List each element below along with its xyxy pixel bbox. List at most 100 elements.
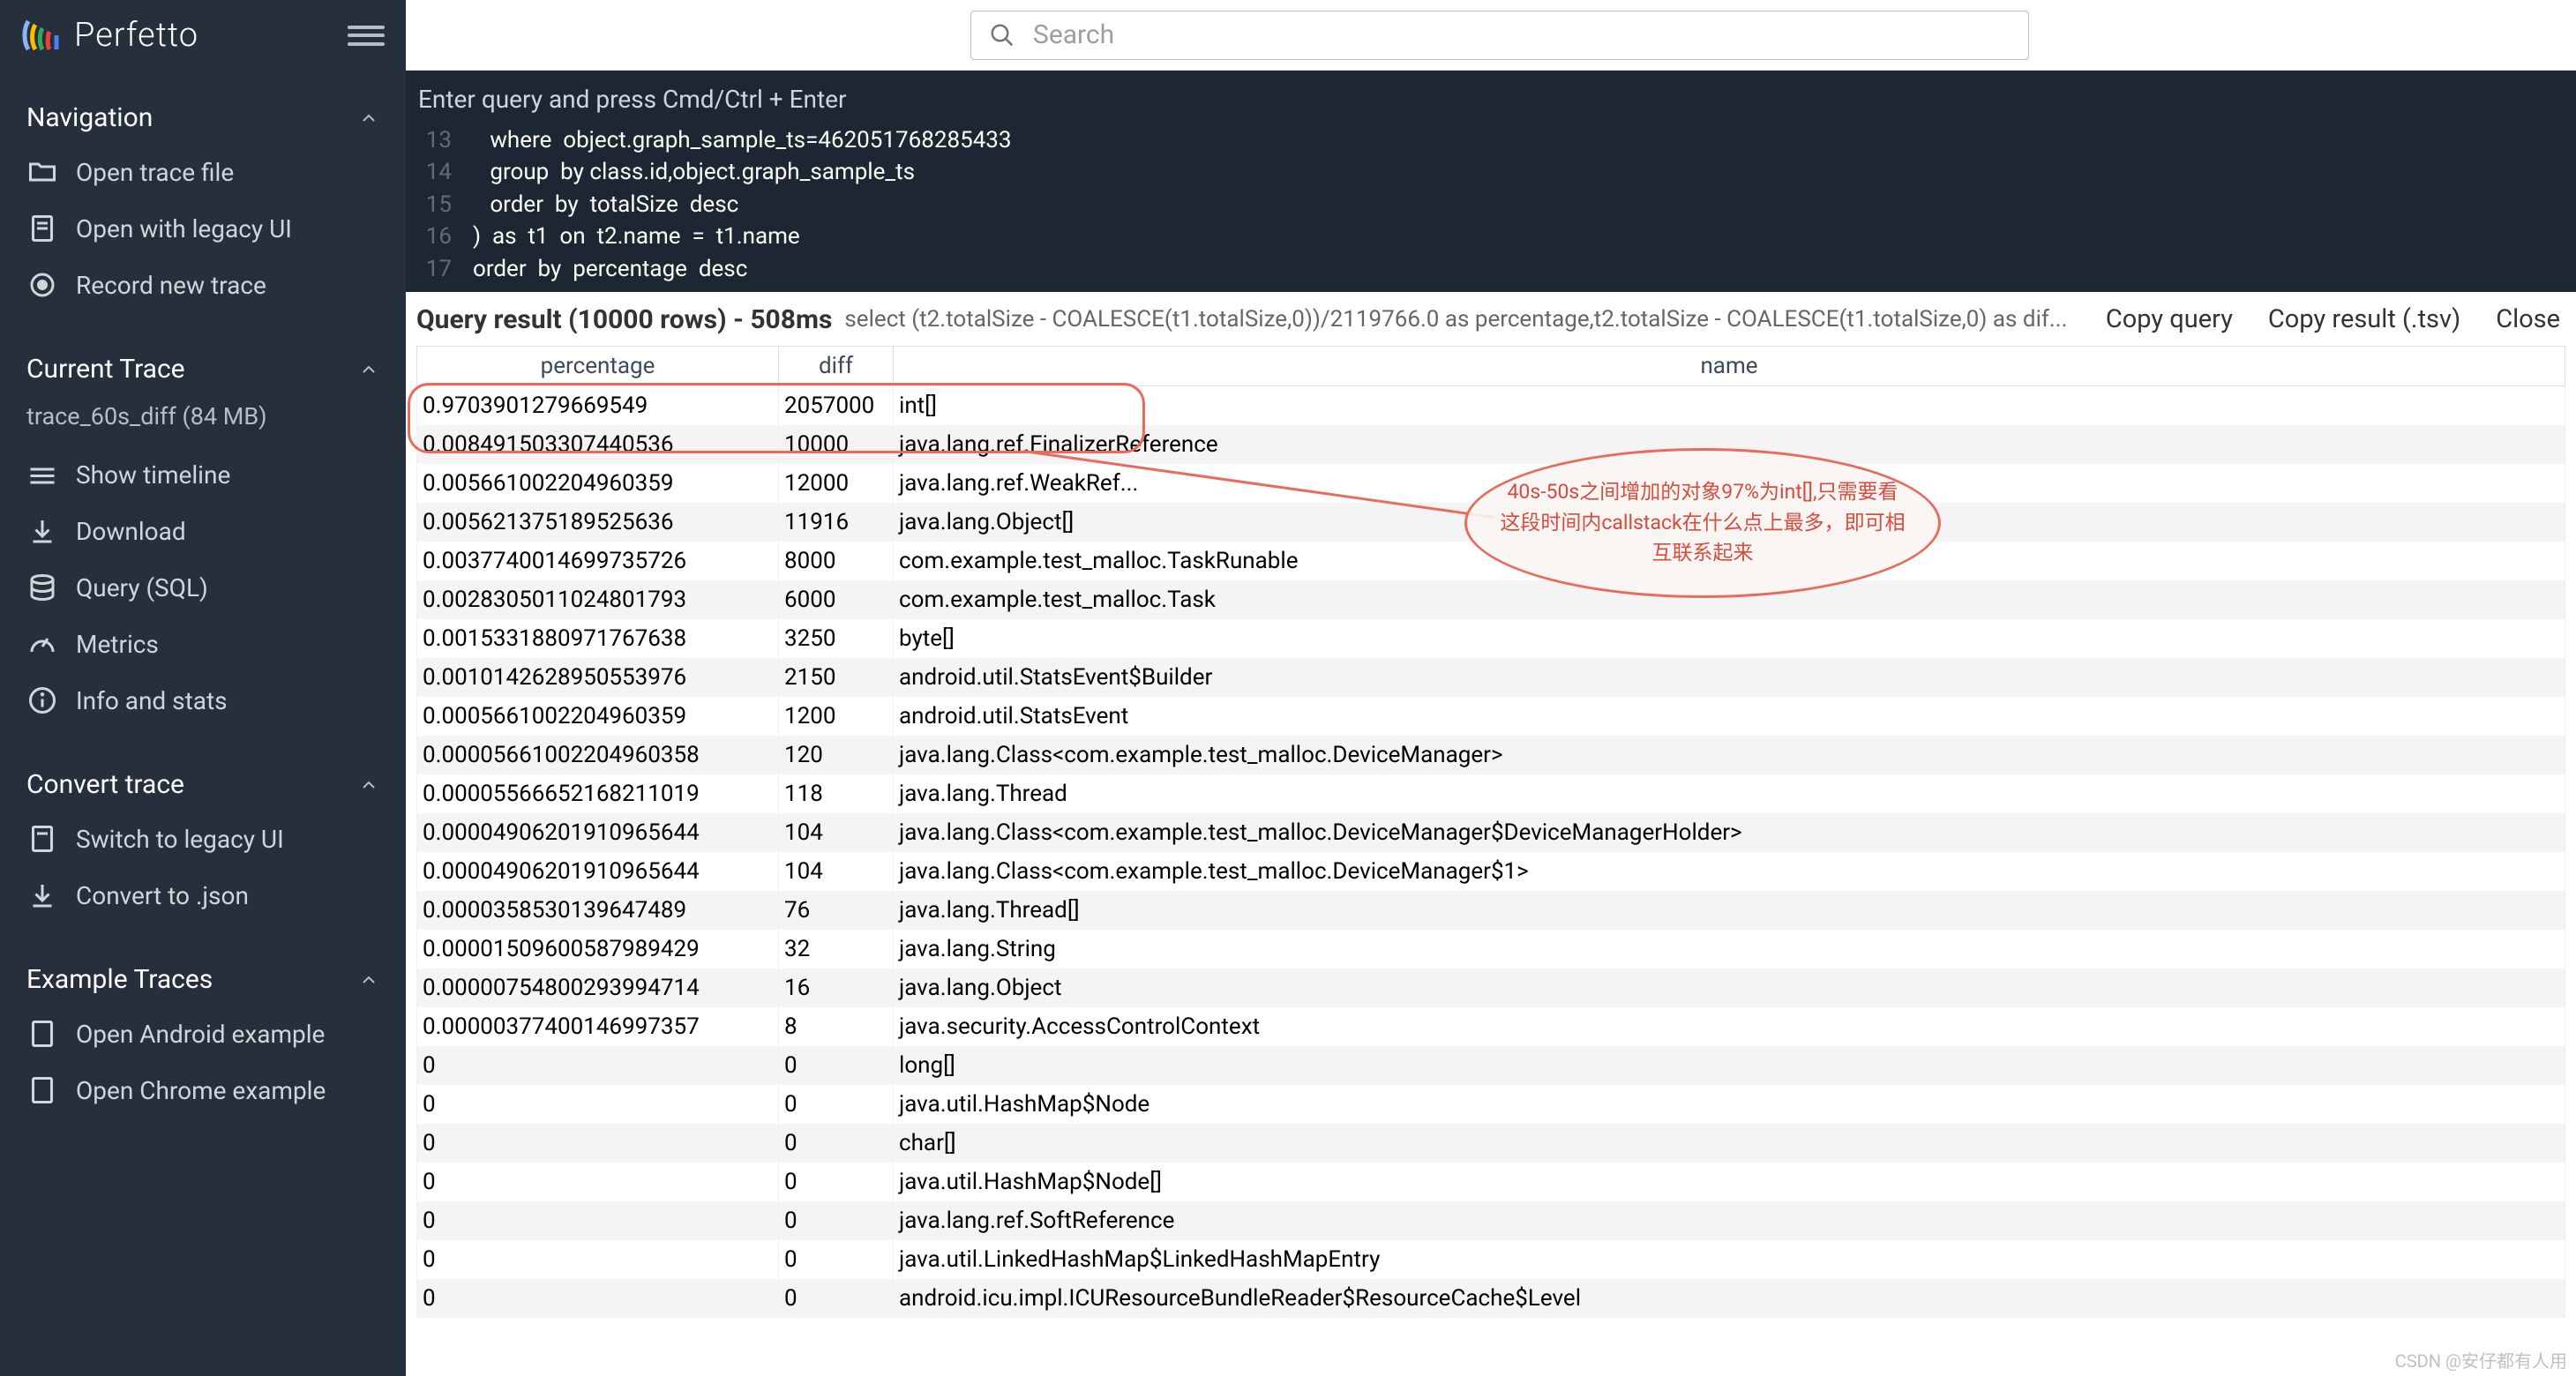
cell-percentage: 0.0028305011024801793 xyxy=(417,580,779,619)
nav-item-query-sql[interactable]: Query (SQL) xyxy=(0,559,406,616)
nav-item-chrome-example[interactable]: Open Chrome example xyxy=(0,1062,406,1118)
sidebar: Perfetto Navigation Open trace file Open… xyxy=(0,0,406,1376)
nav-item-android-example[interactable]: Open Android example xyxy=(0,1006,406,1062)
cell-name: java.lang.Thread[] xyxy=(894,891,2565,930)
col-name[interactable]: name xyxy=(894,346,2565,385)
cell-name: java.lang.Class<com.example.test_malloc.… xyxy=(894,813,2565,852)
nav-label: Open trace file xyxy=(76,158,234,187)
nav-item-legacy-ui[interactable]: Open with legacy UI xyxy=(0,200,406,257)
table-row[interactable]: 0.00056610022049603591200android.util.St… xyxy=(417,697,2565,736)
cell-diff: 0 xyxy=(779,1124,894,1163)
nav-section-navigation: Navigation Open trace file Open with leg… xyxy=(0,71,406,322)
cell-diff: 104 xyxy=(779,852,894,891)
query-code[interactable]: 13 where object.graph_sample_ts=46205176… xyxy=(416,124,2565,285)
cell-percentage: 0 xyxy=(417,1085,779,1124)
code-line: 13 where object.graph_sample_ts=46205176… xyxy=(416,124,2565,156)
database-icon xyxy=(26,572,58,603)
code-line: 14 group by class.id,object.graph_sample… xyxy=(416,156,2565,188)
result-title: Query result (10000 rows) - 508ms xyxy=(416,304,832,335)
cell-name: android.util.StatsEvent xyxy=(894,697,2565,736)
hamburger-icon[interactable] xyxy=(348,17,385,54)
table-row[interactable]: 0.00005661002204960358120java.lang.Class… xyxy=(417,736,2565,774)
table-row[interactable]: 0.00004906201910965644104java.lang.Class… xyxy=(417,852,2565,891)
cell-percentage: 0.00004906201910965644 xyxy=(417,813,779,852)
table-row[interactable]: 0.000035853013964748976java.lang.Thread[… xyxy=(417,891,2565,930)
table-row[interactable]: 00android.icu.impl.ICUResourceBundleRead… xyxy=(417,1279,2565,1318)
col-percentage[interactable]: percentage xyxy=(417,346,779,385)
nav-label: Open Android example xyxy=(76,1020,325,1049)
table-row[interactable]: 0.0000075480029399471416java.lang.Object xyxy=(417,968,2565,1007)
table-row[interactable]: 0.00283050110248017936000com.example.tes… xyxy=(417,580,2565,619)
doc-icon xyxy=(26,823,58,855)
nav-title-text: Example Traces xyxy=(26,964,213,995)
cell-percentage: 0 xyxy=(417,1240,779,1279)
table-row[interactable]: 00long[] xyxy=(417,1046,2565,1085)
download-icon xyxy=(26,515,58,547)
cell-diff: 0 xyxy=(779,1201,894,1240)
nav-section-current-trace: Current Trace trace_60s_diff (84 MB) Sho… xyxy=(0,322,406,737)
top-bar xyxy=(406,0,2576,71)
table-row[interactable]: 00java.lang.ref.SoftReference xyxy=(417,1201,2565,1240)
app-name: Perfetto xyxy=(74,16,198,55)
cell-percentage: 0.008491503307440536 xyxy=(417,425,779,464)
cell-percentage: 0 xyxy=(417,1163,779,1201)
query-editor[interactable]: Enter query and press Cmd/Ctrl + Enter 1… xyxy=(406,71,2576,292)
cell-diff: 2150 xyxy=(779,658,894,697)
nav-title-navigation[interactable]: Navigation xyxy=(0,92,406,144)
code-line: 17order by percentage desc xyxy=(416,253,2565,285)
table-row[interactable]: 0.0000150960058798942932java.lang.String xyxy=(417,930,2565,968)
close-result-button[interactable]: Close xyxy=(2496,304,2560,334)
doc-icon xyxy=(26,1018,58,1050)
search-input[interactable] xyxy=(1033,19,2011,50)
nav-item-download[interactable]: Download xyxy=(0,503,406,559)
cell-diff: 1200 xyxy=(779,697,894,736)
cell-name: java.lang.String xyxy=(894,930,2565,968)
logo[interactable]: Perfetto xyxy=(21,14,348,56)
table-row[interactable]: 00char[] xyxy=(417,1124,2565,1163)
nav-item-info[interactable]: Info and stats xyxy=(0,672,406,729)
table-row[interactable]: 0.000003774001469973578java.security.Acc… xyxy=(417,1007,2565,1046)
copy-query-button[interactable]: Copy query xyxy=(2106,304,2233,334)
result-actions: Copy query Copy result (.tsv) Close xyxy=(2106,304,2565,334)
cell-percentage: 0.0015331880971767638 xyxy=(417,619,779,658)
query-prompt: Enter query and press Cmd/Ctrl + Enter xyxy=(416,79,2565,124)
nav-label: Open with legacy UI xyxy=(76,214,292,243)
table-row[interactable]: 0.00153318809717676383250byte[] xyxy=(417,619,2565,658)
nav-item-record[interactable]: Record new trace xyxy=(0,257,406,313)
cell-diff: 0 xyxy=(779,1046,894,1085)
nav-label: Show timeline xyxy=(76,460,230,490)
nav-item-switch-legacy[interactable]: Switch to legacy UI xyxy=(0,811,406,867)
copy-result-button[interactable]: Copy result (.tsv) xyxy=(2268,304,2460,334)
table-row[interactable]: 0.97039012796695492057000int[] xyxy=(417,385,2565,425)
col-diff[interactable]: diff xyxy=(779,346,894,385)
timeline-icon xyxy=(26,459,58,490)
sidebar-header: Perfetto xyxy=(0,0,406,71)
cell-name: long[] xyxy=(894,1046,2565,1085)
nav-section-example-traces: Example Traces Open Android example Open… xyxy=(0,932,406,1127)
nav-item-open-trace[interactable]: Open trace file xyxy=(0,144,406,200)
table-row[interactable]: 0.00101426289505539762150android.util.St… xyxy=(417,658,2565,697)
chevron-up-icon xyxy=(358,774,379,796)
result-header: Query result (10000 rows) - 508ms select… xyxy=(406,292,2576,346)
table-row[interactable]: 00java.util.HashMap$Node xyxy=(417,1085,2565,1124)
cell-percentage: 0.0010142628950553976 xyxy=(417,658,779,697)
download-icon xyxy=(26,879,58,911)
nav-title-current-trace[interactable]: Current Trace xyxy=(0,343,406,395)
nav-label: Info and stats xyxy=(76,686,228,715)
nav-title-example-traces[interactable]: Example Traces xyxy=(0,953,406,1006)
table-row[interactable]: 0.00849150330744053610000java.lang.ref.F… xyxy=(417,425,2565,464)
table-row[interactable]: 0.00005566652168211019118java.lang.Threa… xyxy=(417,774,2565,813)
cell-diff: 0 xyxy=(779,1279,894,1318)
table-row[interactable]: 00java.util.HashMap$Node[] xyxy=(417,1163,2565,1201)
search-box[interactable] xyxy=(970,11,2029,60)
record-icon xyxy=(26,269,58,301)
table-row[interactable]: 00java.util.LinkedHashMap$LinkedHashMapE… xyxy=(417,1240,2565,1279)
nav-title-convert-trace[interactable]: Convert trace xyxy=(0,759,406,811)
nav-title-text: Current Trace xyxy=(26,354,185,385)
code-line: 16) as t1 on t2.name = t1.name xyxy=(416,221,2565,252)
table-row[interactable]: 0.00004906201910965644104java.lang.Class… xyxy=(417,813,2565,852)
cell-diff: 120 xyxy=(779,736,894,774)
nav-item-convert-json[interactable]: Convert to .json xyxy=(0,867,406,924)
nav-item-show-timeline[interactable]: Show timeline xyxy=(0,446,406,503)
nav-item-metrics[interactable]: Metrics xyxy=(0,616,406,672)
